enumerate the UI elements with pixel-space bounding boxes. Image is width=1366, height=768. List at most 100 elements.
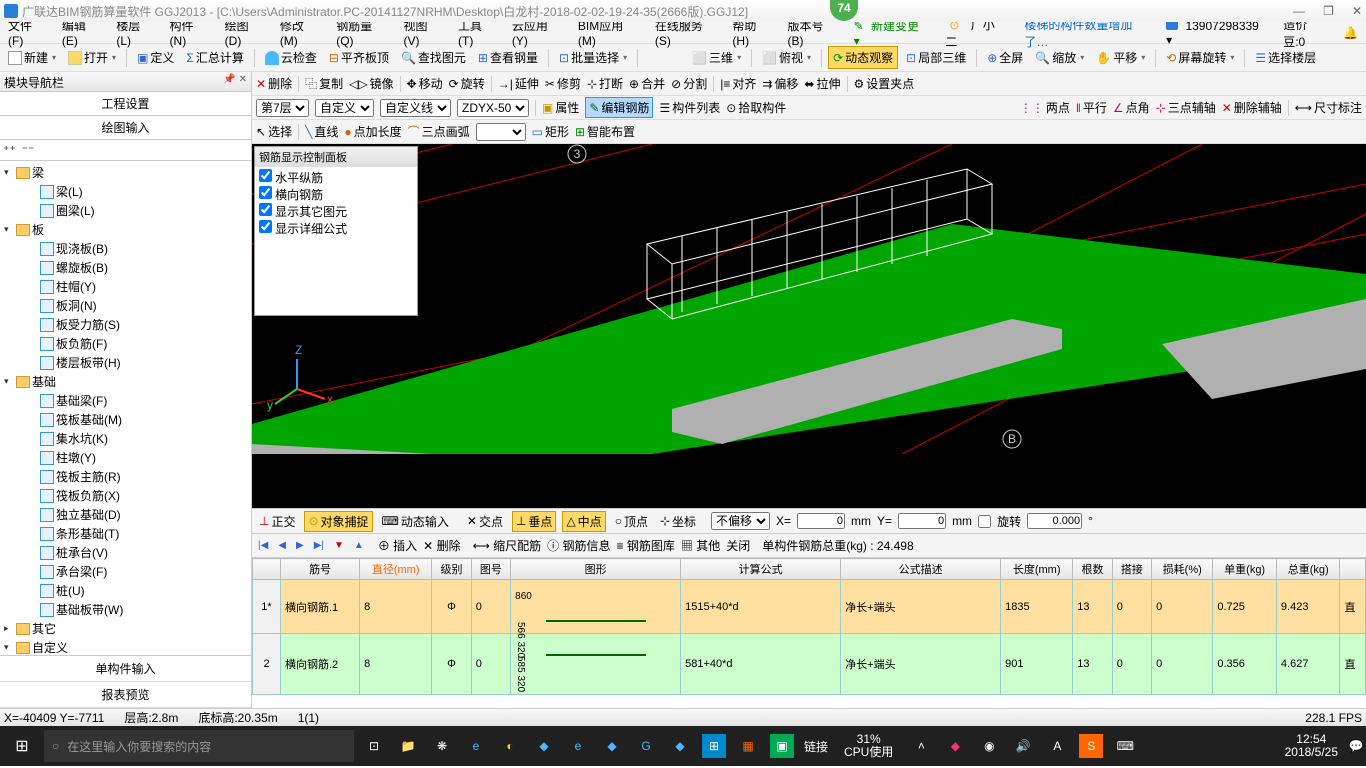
minimize-button[interactable]: — xyxy=(1293,4,1305,18)
break-button[interactable]: ⊹打断 xyxy=(587,75,623,92)
clock[interactable]: 12:542018/5/25 xyxy=(1277,733,1346,759)
dynview-button[interactable]: ⟳动态观察 xyxy=(828,46,898,69)
tab-project-settings[interactable]: 工程设置 xyxy=(0,92,251,116)
first-button[interactable]: |◀ xyxy=(256,540,270,551)
opt-transverse[interactable]: 横向钢筋 xyxy=(259,186,413,203)
opt-horizontal[interactable]: 水平纵筋 xyxy=(259,169,413,186)
batchsel-button[interactable]: ⊡批量选择 xyxy=(555,47,631,68)
sumcalc-button[interactable]: Σ汇总计算 xyxy=(182,47,247,68)
notification-badge[interactable]: 74 xyxy=(830,0,858,21)
app-icon-3[interactable]: ◆ xyxy=(532,734,556,758)
mid-toggle[interactable]: △中点 xyxy=(562,511,605,532)
next-button[interactable]: ▶ xyxy=(294,540,306,551)
extend-button[interactable]: →|延伸 xyxy=(498,75,539,92)
close-rebar-button[interactable]: 关闭 xyxy=(726,537,750,554)
flatroof-button[interactable]: ⊟平齐板顶 xyxy=(325,47,393,68)
delete-button[interactable]: ✕删除 xyxy=(256,75,292,92)
tray-icon-4[interactable]: A xyxy=(1045,734,1069,758)
explorer-icon[interactable]: 📁 xyxy=(396,734,420,758)
pickelem-button[interactable]: ⊙拾取构件 xyxy=(726,99,786,116)
app-icon-2[interactable]: ◐ xyxy=(498,734,522,758)
delaux-button[interactable]: ✕删除辅轴 xyxy=(1222,99,1282,116)
search-box[interactable]: ○在这里输入你要搜索的内容 xyxy=(44,730,354,762)
parallel-button[interactable]: ‖平行 xyxy=(1076,99,1107,116)
new-button[interactable]: 新建 xyxy=(4,47,60,68)
viewrebar-button[interactable]: ⊞查看钢量 xyxy=(474,47,542,68)
trim-button[interactable]: ✂修剪 xyxy=(545,75,581,92)
tray-icon-1[interactable]: ◆ xyxy=(943,734,967,758)
intersect-toggle[interactable]: ✕交点 xyxy=(464,512,506,531)
rect-button[interactable]: ▭矩形 xyxy=(532,123,569,140)
screenrot-button[interactable]: ⟲屏幕旋转 xyxy=(1162,47,1238,68)
maximize-button[interactable]: ❐ xyxy=(1323,4,1334,18)
threearc-button[interactable]: ⌒三点画弧 xyxy=(408,123,470,140)
ptlen-button[interactable]: ●点加长度 xyxy=(344,123,401,140)
mirror-button[interactable]: ◁▷镜像 xyxy=(349,75,393,92)
rebar-table[interactable]: 筋号直径(mm) 级别图号图形 计算公式公式描述 长度(mm)根数搭接 损耗(%… xyxy=(252,558,1366,708)
app-icon-1[interactable]: ❋ xyxy=(430,734,454,758)
opt-other-elem[interactable]: 显示其它图元 xyxy=(259,203,413,220)
ie-icon[interactable]: e xyxy=(566,734,590,758)
rebar-display-panel[interactable]: 钢筋显示控制面板 水平纵筋 横向钢筋 显示其它图元 显示详细公式 xyxy=(254,146,418,316)
pan-button[interactable]: ✋平移 xyxy=(1092,47,1149,68)
threed-button[interactable]: ⬜三维 xyxy=(688,47,745,68)
line-button[interactable]: ╲直线 xyxy=(305,123,338,140)
bell-icon[interactable]: 🔔 xyxy=(1339,24,1362,42)
viewport[interactable]: 3 B Z x y 钢筋显示控制面板 水平纵筋 横向钢筋 显示其它图元 显示详细… xyxy=(252,144,1366,508)
merge-button[interactable]: ⊕合并 xyxy=(629,75,665,92)
last-button[interactable]: ▶| xyxy=(312,540,326,551)
smartlayout-button[interactable]: ⊞智能布置 xyxy=(575,123,635,140)
tray-icon-2[interactable]: ◉ xyxy=(977,734,1001,758)
arc-select[interactable] xyxy=(476,123,526,141)
threeptaux-button[interactable]: ⊹三点辅轴 xyxy=(1156,99,1216,116)
cloudcheck-button[interactable]: 云检查 xyxy=(261,47,321,68)
element-select[interactable]: ZDYX-50 xyxy=(457,99,529,117)
elemlist-button[interactable]: ☰构件列表 xyxy=(659,99,720,116)
taskview-icon[interactable]: ⊡ xyxy=(362,734,386,758)
scale-button[interactable]: ⟷ 缩尺配筋 xyxy=(473,537,542,554)
dimmark-button[interactable]: ⟷尺寸标注 xyxy=(1295,99,1362,116)
tab-single-element[interactable]: 单构件输入 xyxy=(0,656,251,682)
pointangle-button[interactable]: ∠点角 xyxy=(1113,99,1150,116)
tray-icon-3[interactable]: 🔊 xyxy=(1011,734,1035,758)
insert-button[interactable]: ⊕ 插入 xyxy=(378,537,417,554)
other-button[interactable]: ▦ 其他 xyxy=(681,537,720,554)
perp-toggle[interactable]: ⊥垂点 xyxy=(512,511,556,532)
offset-mode[interactable]: 不偏移 xyxy=(711,512,770,530)
endpoint-toggle[interactable]: ○顶点 xyxy=(612,512,651,531)
selfloor-button[interactable]: ☰选择楼层 xyxy=(1251,47,1320,68)
app-icon-5[interactable]: G xyxy=(634,734,658,758)
editrebar-button[interactable]: ✎编辑钢筋 xyxy=(585,97,653,118)
rebarlib-button[interactable]: ≡ 钢筋图库 xyxy=(617,537,675,554)
ortho-toggle[interactable]: ⊥正交 xyxy=(256,512,298,531)
expand-icon[interactable]: ⁺⁺ xyxy=(3,143,16,157)
app-icon-9[interactable]: ▣ xyxy=(770,734,794,758)
tray-up-icon[interactable]: ˄ xyxy=(909,734,933,758)
app-icon-4[interactable]: ◆ xyxy=(600,734,624,758)
nav-up-button[interactable]: ▲ xyxy=(352,540,366,551)
floor-select[interactable]: 第7层 xyxy=(256,99,309,117)
category-select[interactable]: 自定义 xyxy=(315,99,374,117)
tab-report-preview[interactable]: 报表预览 xyxy=(0,682,251,708)
app-icon-7[interactable]: ⊞ xyxy=(702,734,726,758)
zoom-button[interactable]: 🔍缩放 xyxy=(1031,47,1088,68)
overlook-button[interactable]: ⬜俯视 xyxy=(758,47,815,68)
objsnap-toggle[interactable]: ⊙对象捕捉 xyxy=(304,511,372,532)
close-button[interactable]: ✕ xyxy=(1352,4,1362,18)
fullscreen-button[interactable]: ⊕全屏 xyxy=(983,47,1027,68)
open-button[interactable]: 打开 xyxy=(64,47,120,68)
x-input[interactable] xyxy=(797,513,845,529)
coord-toggle[interactable]: ⊹坐标 xyxy=(657,512,699,531)
rotate-input[interactable] xyxy=(1027,513,1082,529)
select-button[interactable]: ↖选择 xyxy=(256,123,292,140)
nav-down-button[interactable]: ▼ xyxy=(332,540,346,551)
y-input[interactable] xyxy=(898,513,946,529)
attr-button[interactable]: ▣属性 xyxy=(542,99,579,116)
rebarinfo-button[interactable]: ⓘ 钢筋信息 xyxy=(547,537,610,554)
type-select[interactable]: 自定义线 xyxy=(380,99,451,117)
setpoint-button[interactable]: ⚙设置夹点 xyxy=(854,75,915,92)
element-tree[interactable]: ▾梁 梁(L) 圈梁(L) ▾板 现浇板(B) 螺旋板(B) 柱帽(Y) 板洞(… xyxy=(0,161,251,655)
align-button[interactable]: |≡对齐 xyxy=(720,75,756,92)
app-icon-8[interactable]: ▦ xyxy=(736,734,760,758)
prev-button[interactable]: ◀ xyxy=(276,540,288,551)
